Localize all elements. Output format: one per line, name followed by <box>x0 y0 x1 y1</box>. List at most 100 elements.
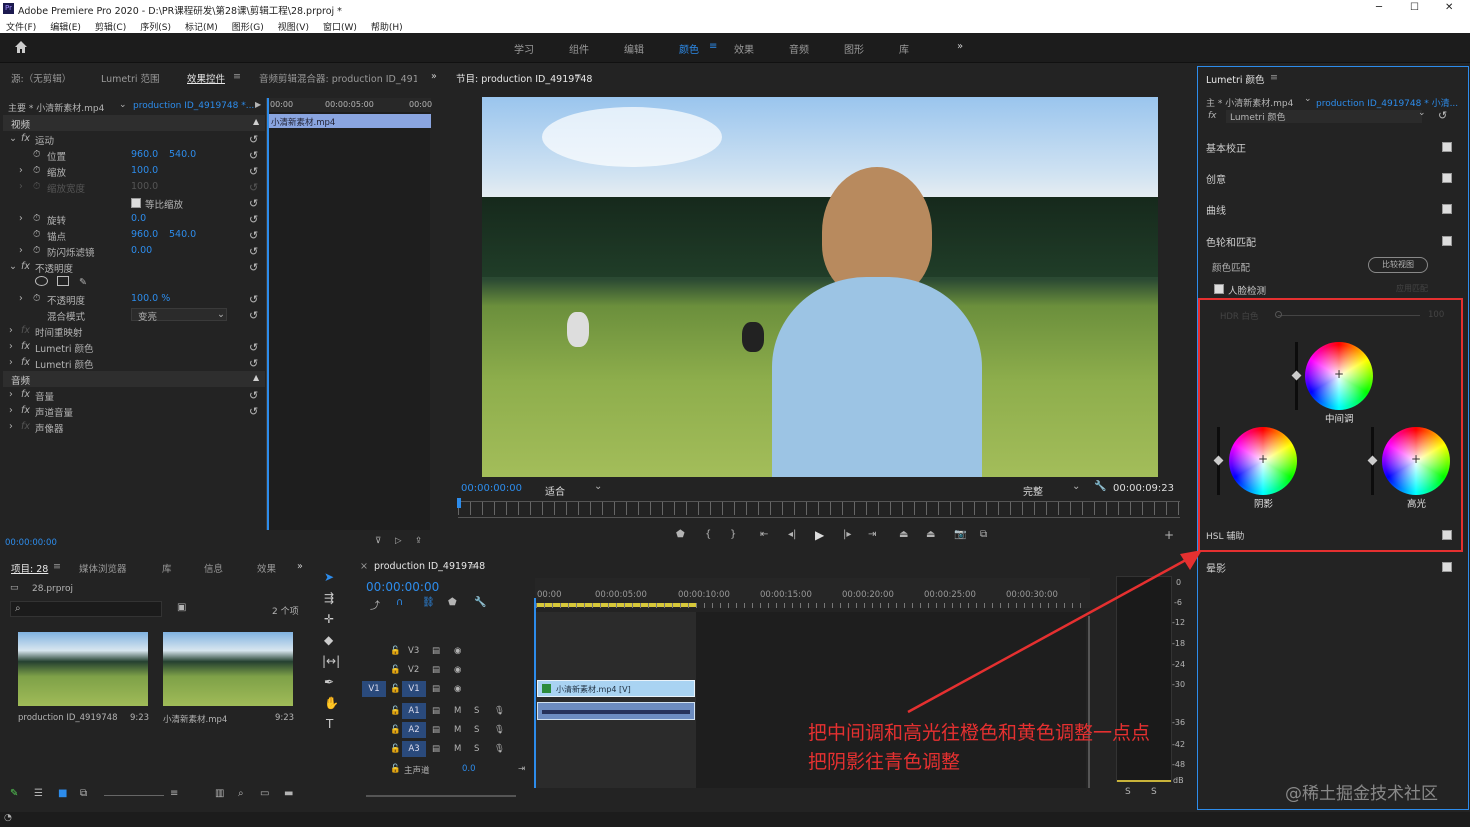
tabs-overflow-icon[interactable]: » <box>431 71 437 82</box>
section-vignette[interactable]: 晕影 <box>1200 556 1462 586</box>
reset-icon[interactable]: ↺ <box>1438 109 1447 122</box>
workspace-editing[interactable]: 编辑 <box>624 41 644 56</box>
track-v2[interactable]: 🔓 V2 ▤ ◉ <box>358 662 536 680</box>
ec-mini-playhead[interactable] <box>267 98 269 530</box>
play-audio-icon[interactable]: ▷ <box>395 536 402 546</box>
track-master[interactable]: 🔓 主声道 0.0 ⇥ <box>358 761 536 779</box>
menu-help[interactable]: 帮助(H) <box>371 23 403 33</box>
blend-mode-select[interactable]: 变亮 <box>131 308 227 323</box>
tab-effect-controls[interactable]: 效果控件 <box>187 71 225 85</box>
fit-select[interactable]: 适合 <box>545 483 565 498</box>
find-icon[interactable]: ⌕ <box>238 788 244 799</box>
prop-scale[interactable]: › ⏱ 缩放 100.0 ↺ <box>3 163 265 179</box>
workspace-color[interactable]: 颜色 <box>679 41 699 56</box>
quality-select[interactable]: 完整 <box>1023 483 1043 498</box>
snap-icon[interactable]: ∩ <box>396 597 403 608</box>
project-search-input[interactable]: ⌕ <box>10 601 162 617</box>
midtones-crosshair-icon[interactable]: + <box>1334 367 1344 381</box>
workspace-audio[interactable]: 音频 <box>789 41 809 56</box>
timeline-h-scroll[interactable] <box>366 795 516 797</box>
menu-view[interactable]: 视图(V) <box>278 23 309 33</box>
program-scrubber[interactable] <box>458 501 1180 515</box>
color-wheels-checkbox[interactable] <box>1442 236 1452 246</box>
audio-clip-a1[interactable] <box>537 702 695 720</box>
chevron-down-icon[interactable]: ⌄ <box>1304 94 1312 104</box>
workspace-assembly[interactable]: 组件 <box>569 41 589 56</box>
linked-select-icon[interactable]: ⛓ <box>422 597 435 608</box>
ripple-edit-icon[interactable]: ✛ <box>324 612 334 626</box>
project-menu-icon[interactable]: ≡ <box>53 561 61 572</box>
tab-libraries[interactable]: 库 <box>162 561 172 575</box>
compare-view-icon[interactable]: ⧉ <box>980 529 987 540</box>
tab-audio-mixer[interactable]: 音频剪辑混合器: production ID_4919748 <box>259 71 417 85</box>
prop-uniform-scale[interactable]: 等比缩放 ↺ <box>3 195 265 211</box>
close-tab-icon[interactable]: × <box>360 561 368 572</box>
menu-clip[interactable]: 剪辑(C) <box>95 23 126 33</box>
maximize-button[interactable]: ☐ <box>1410 2 1419 13</box>
lumetri-menu-icon[interactable]: ≡ <box>1270 72 1278 83</box>
tab-project[interactable]: 项目: 28 <box>11 561 48 575</box>
panel-menu-icon[interactable]: ≡ <box>233 71 241 82</box>
add-marker-icon[interactable]: ⬟ <box>448 597 457 608</box>
track-v1[interactable]: V1 🔓 V1 ▤ ◉ <box>358 681 536 699</box>
new-bin-icon[interactable]: ▭ <box>260 788 269 799</box>
lift-icon[interactable]: ⏏ <box>899 529 908 540</box>
meter-solo-left[interactable]: S <box>1125 787 1131 797</box>
new-item-icon[interactable]: ▬ <box>284 788 293 799</box>
chevron-down-icon[interactable]: ⌄ <box>1072 481 1080 492</box>
highlights-crosshair-icon[interactable]: + <box>1411 452 1421 466</box>
mark-in-icon[interactable]: { <box>705 529 711 540</box>
automate-icon[interactable]: ▥ <box>215 788 224 799</box>
list-view-icon[interactable]: ☰ <box>34 788 43 799</box>
ec-timecode[interactable]: 00:00:00:00 <box>5 538 57 548</box>
tab-media-browser[interactable]: 媒体浏览器 <box>79 561 127 575</box>
track-a3[interactable]: 🔓 A3 ▤ M S 🎙 <box>358 741 536 759</box>
go-to-in-icon[interactable]: ⇤ <box>760 529 768 540</box>
track-select-icon[interactable]: ⇶ <box>324 591 334 605</box>
creative-checkbox[interactable] <box>1442 173 1452 183</box>
program-menu-icon[interactable]: ≡ <box>574 71 582 82</box>
minimize-button[interactable]: ─ <box>1376 2 1382 13</box>
pen-tool-icon[interactable]: ✒ <box>324 675 334 689</box>
program-playhead[interactable] <box>457 498 461 508</box>
track-v3[interactable]: 🔓 V3 ▤ ◉ <box>358 643 536 661</box>
prop-anchor[interactable]: ⏱ 锚点 960.0 540.0 ↺ <box>3 227 265 243</box>
fx-channel-volume[interactable]: › fx 声道音量 ↺ <box>3 403 265 419</box>
lumetri-seq-clip[interactable]: production ID_4919748 * 小清... <box>1316 96 1458 109</box>
section-basic-correction[interactable]: 基本校正 <box>1200 136 1462 166</box>
icon-view-icon[interactable]: ■ <box>58 788 67 799</box>
fx-time-remap[interactable]: › fx 时间重映射 <box>3 323 265 339</box>
track-a2[interactable]: 🔓 A2 ▤ M S 🎙 <box>358 722 536 740</box>
slip-tool-icon[interactable]: |↔| <box>322 654 340 668</box>
extract-icon[interactable]: ⏏ <box>926 529 935 540</box>
close-button[interactable]: ✕ <box>1445 2 1453 13</box>
menu-edit[interactable]: 编辑(E) <box>50 23 81 33</box>
sort-icon[interactable]: ≡ <box>170 788 178 799</box>
workspace-learn[interactable]: 学习 <box>514 41 534 56</box>
lumetri-effect-select[interactable]: Lumetri 颜色 <box>1226 110 1422 123</box>
apply-match-button[interactable]: 应用匹配 <box>1396 283 1428 294</box>
workspace-menu-icon[interactable]: ≡ <box>709 41 717 52</box>
meter-solo-right[interactable]: S <box>1151 787 1157 797</box>
timeline-menu-icon[interactable]: ≡ <box>468 561 476 572</box>
prop-position[interactable]: ⏱ 位置 960.0 540.0 ↺ <box>3 147 265 163</box>
step-forward-icon[interactable]: |▸ <box>843 529 851 540</box>
menu-file[interactable]: 文件(F) <box>6 23 36 33</box>
razor-icon[interactable]: ◆ <box>324 633 333 647</box>
fx-volume[interactable]: › fx 音量 ↺ <box>3 387 265 403</box>
menu-graphics[interactable]: 图形(G) <box>232 23 264 33</box>
workspace-libraries[interactable]: 库 <box>899 41 909 56</box>
fx-lumetri-1[interactable]: › fx Lumetri 颜色 ↺ <box>3 339 265 355</box>
fx-motion[interactable]: ⌄ fx 运动 ↺ <box>3 131 265 147</box>
pencil-icon[interactable]: ✎ <box>10 788 18 799</box>
chevron-down-icon[interactable]: ⌄ <box>594 481 602 492</box>
thumb-size-slider[interactable] <box>104 795 164 796</box>
prop-opacity[interactable]: › ⏱ 不透明度 100.0 % ↺ <box>3 291 265 307</box>
workspace-graphics[interactable]: 图形 <box>844 41 864 56</box>
play-only-icon[interactable]: ▶ <box>255 100 261 109</box>
tab-effects[interactable]: 效果 <box>257 561 276 575</box>
timeline-settings-icon[interactable]: 🔧 <box>474 597 486 608</box>
mark-out-icon[interactable]: } <box>730 529 736 540</box>
source-patch-v1[interactable]: V1 <box>362 681 386 697</box>
menu-window[interactable]: 窗口(W) <box>323 23 357 33</box>
